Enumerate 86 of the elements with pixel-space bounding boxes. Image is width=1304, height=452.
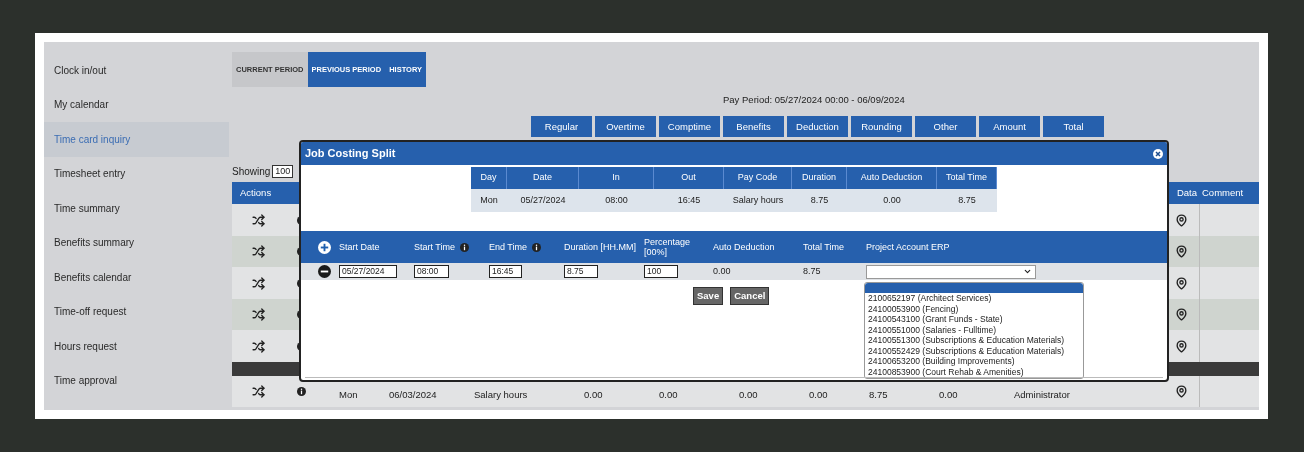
input-field[interactable]: 16:45 (489, 265, 522, 278)
table-cell-text: 8.75 (803, 264, 822, 278)
pin-icon[interactable] (1175, 245, 1188, 258)
dialog-title: Job Costing Split (305, 146, 396, 162)
table-cell-text: 8.75 (957, 193, 977, 207)
dropdown-option[interactable]: 24100053900 (Fencing) (865, 303, 1083, 314)
remove-icon[interactable] (317, 265, 331, 278)
sidebar-item[interactable]: Benefits calendar (44, 260, 229, 295)
column-header: Start Date (339, 242, 380, 252)
table-cell-text: 8.75 (809, 193, 830, 207)
column-header: Project Account ERP (866, 242, 950, 252)
table-cell-text: 0.00 (739, 388, 759, 403)
column-header: Data (1175, 186, 1198, 201)
dropdown-option[interactable]: 24100551300 (Subscriptions & Education Materials) (865, 335, 1083, 346)
sidebar-item[interactable]: Time summary (44, 191, 229, 226)
info-icon (297, 387, 306, 396)
shuffle-icon[interactable] (251, 276, 265, 290)
table-cell-text: 06/03/2024 (389, 388, 438, 403)
column-tab[interactable]: Regular (531, 116, 592, 138)
pin-icon[interactable] (1175, 385, 1188, 398)
input-field[interactable]: 8.75 (564, 265, 598, 278)
column-tab[interactable]: Overtime (595, 116, 656, 138)
table-cell-text: 0.00 (659, 388, 679, 403)
table-cell-text: Administrator (1014, 388, 1071, 403)
pin-icon[interactable] (1175, 339, 1188, 353)
sidebar-item[interactable]: Time approval (44, 363, 229, 398)
close-icon[interactable] (1153, 148, 1163, 159)
column-tab[interactable]: Total (1043, 116, 1104, 138)
table-cell-text: 0.00 (713, 264, 732, 278)
add-icon[interactable] (317, 240, 331, 254)
sidebar-item[interactable]: Clock in/out (44, 53, 229, 88)
column-tab[interactable]: Rounding (851, 116, 912, 138)
pay-period-text: Pay Period: 05/27/2024 00:00 - 06/09/2024 (723, 93, 905, 107)
column-tab[interactable]: Benefits (723, 116, 784, 138)
column-header: Start Time (414, 242, 455, 252)
table-cell-text: 08:00 (604, 193, 629, 207)
column-header: Percentage [00%] (644, 237, 692, 257)
table-cell-text: 0.00 (939, 388, 959, 403)
column-tab[interactable]: Comptime (659, 116, 720, 138)
project-account-select[interactable] (866, 264, 1036, 279)
table-cell-text: 0.00 (882, 193, 902, 207)
dropdown-option[interactable]: 24100552429 (Subscriptions & Education Materials) (865, 345, 1083, 356)
table-cell-text: Salary hours (474, 388, 529, 403)
table-cell-text: Salary hours (731, 193, 785, 207)
column-header: Auto Deduction (713, 242, 775, 252)
column-tab[interactable]: Deduction (787, 116, 848, 138)
sidebar-item[interactable]: Timesheet entry (44, 156, 229, 191)
shuffle-icon[interactable] (251, 245, 265, 258)
table-cell-text: Mon (339, 388, 359, 403)
column-tab[interactable]: Amount (979, 116, 1040, 138)
shuffle-icon[interactable] (251, 339, 265, 353)
column-tab[interactable]: Other (915, 116, 976, 138)
chevron-icon (1023, 267, 1032, 276)
input-field[interactable]: 05/27/2024 (339, 265, 397, 278)
column-header: Duration [HH.MM] (564, 242, 636, 252)
shuffle-icon[interactable] (251, 385, 265, 398)
shuffle-icon[interactable] (251, 308, 265, 321)
column-header: End Time (489, 242, 528, 252)
dropdown-option[interactable]: 24100853900 (Court Rehab & Amenities) (865, 366, 1083, 377)
table-cell-text: 0.00 (809, 388, 829, 403)
column-header: Comment (1201, 186, 1245, 201)
sidebar-item[interactable]: Benefits summary (44, 225, 229, 260)
dropdown-option[interactable]: 24100543100 (Grant Funds - State) (865, 314, 1083, 325)
pin-icon[interactable] (1175, 276, 1188, 290)
table-cell-text: 8.75 (869, 388, 889, 403)
dropdown-option[interactable]: 24100653200 (Building Improvements) (865, 356, 1083, 367)
table-cell-text: 05/27/2024 (519, 193, 567, 207)
table-cell-text: 0.00 (584, 388, 604, 403)
dropdown-option[interactable]: 24100551000 (Salaries - Fulltime) (865, 324, 1083, 335)
pin-icon[interactable] (1175, 308, 1188, 321)
pin-icon[interactable] (1175, 213, 1188, 227)
sidebar-item[interactable]: My calendar (44, 87, 229, 122)
shuffle-icon[interactable] (251, 213, 265, 227)
sidebar-item[interactable]: Time-off request (44, 294, 229, 329)
input-field[interactable]: 08:00 (414, 265, 449, 278)
input-field[interactable]: 100 (644, 265, 678, 278)
showing-label: Showing (232, 165, 271, 180)
column-header: Actions (239, 186, 273, 201)
table-cell-text: 16:45 (676, 193, 702, 207)
column-header: Total Time (803, 242, 844, 252)
page-size-field[interactable]: 100 (272, 165, 294, 179)
sidebar-item[interactable]: Hours request (44, 329, 229, 364)
table-cell-text: Mon (479, 193, 499, 207)
dialog-button[interactable]: Cancel (730, 287, 770, 305)
dialog-button[interactable]: Save (693, 287, 724, 305)
dropdown-option[interactable]: 2100652197 (Architect Services) (865, 293, 1083, 304)
